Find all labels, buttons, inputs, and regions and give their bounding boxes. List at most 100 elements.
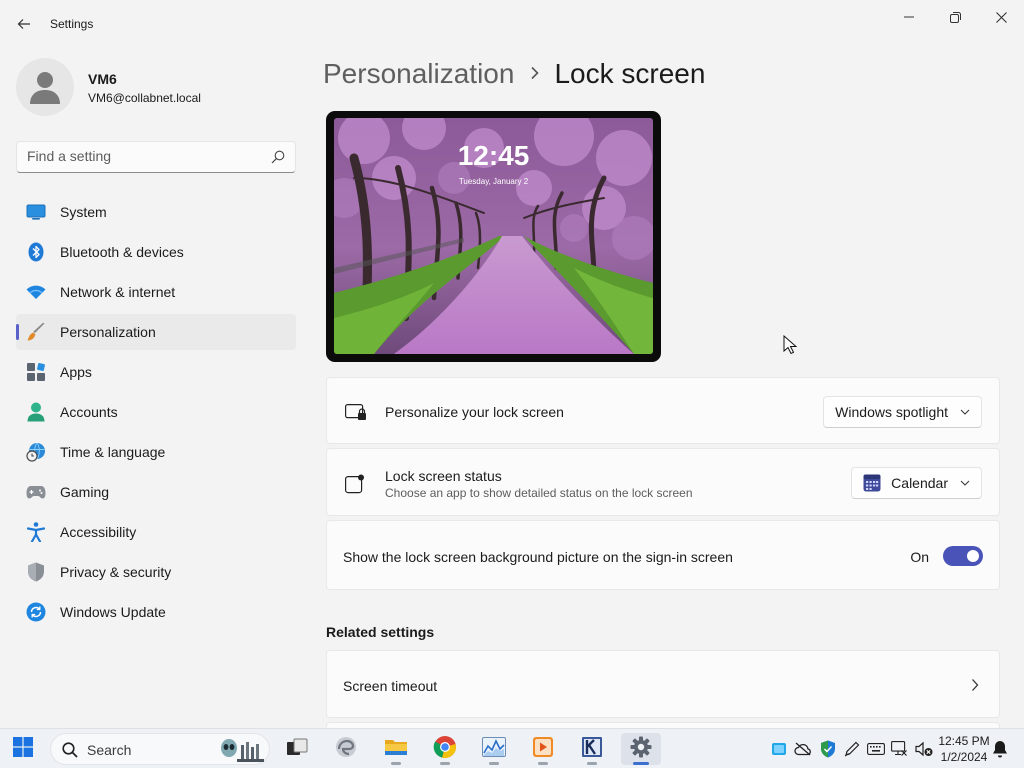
sidebar-item-accounts[interactable]: Accounts [16,394,296,430]
search-input[interactable] [27,148,257,164]
breadcrumb: Personalization Lock screen [323,58,705,90]
running-indicator [391,762,401,765]
sidebar-item-personalization[interactable]: Personalization [16,314,296,350]
volume-muted-icon[interactable] [914,739,934,759]
back-arrow-icon[interactable] [14,14,34,34]
related-settings-heading: Related settings [326,624,435,640]
running-indicator [587,762,597,765]
app-title: Settings [50,17,94,31]
page-title: Lock screen [554,58,706,89]
status-dropdown-value: Calendar [891,475,948,491]
taskbar-task-view[interactable] [277,733,317,765]
tray-app-icon[interactable] [769,739,789,759]
taskbar-resource-monitor[interactable] [474,733,514,765]
signin-background-card: Show the lock screen background picture … [326,520,1000,590]
running-indicator [538,762,548,765]
sidebar-item-label: System [60,204,107,220]
globe-clock-icon [26,442,46,462]
sidebar-item-bluetooth[interactable]: Bluetooth & devices [16,234,296,270]
clock-time: 12:45 PM [938,734,990,748]
display-network-icon[interactable] [890,739,910,759]
sidebar-item-label: Personalization [60,324,156,340]
taskbar-edge[interactable] [326,733,366,765]
sidebar-item-system[interactable]: System [16,194,296,230]
sidebar-item-network[interactable]: Network & internet [16,274,296,310]
accessibility-icon [26,522,46,542]
taskbar-search-label: Search [87,742,132,758]
notification-bell-icon[interactable] [990,739,1010,759]
apps-icon [26,362,46,382]
close-button[interactable] [978,6,1024,28]
status-dropdown[interactable]: Calendar [851,467,982,499]
lock-screen-icon [345,404,367,426]
sidebar-item-time-language[interactable]: Time & language [16,434,296,470]
running-indicator [633,762,649,765]
taskbar-clock[interactable]: 12:45 PM 1/2/2024 [935,733,993,765]
chevron-down-icon [960,480,970,486]
sidebar-item-label: Accessibility [60,524,137,540]
lock-screen-status-card: Lock screen status Choose an app to show… [326,448,1000,516]
monitor-icon [26,202,46,222]
taskbar-settings[interactable] [621,733,661,765]
breadcrumb-parent[interactable]: Personalization [323,58,514,89]
sidebar-item-accessibility[interactable]: Accessibility [16,514,296,550]
taskbar-file-explorer[interactable] [376,733,416,765]
taskbar-chrome[interactable] [425,733,465,765]
bluetooth-icon [26,242,46,262]
keyboard-icon[interactable] [866,739,886,759]
mouse-cursor-icon [783,334,798,360]
performance-chart-icon [482,736,506,762]
sidebar-nav: System Bluetooth & devices Network & int… [16,194,296,634]
taskbar-keepass[interactable] [572,733,612,765]
sidebar-item-label: Apps [60,364,92,380]
taskbar-media-player[interactable] [523,733,563,765]
gear-icon [630,736,652,763]
search-icon [62,742,78,763]
sidebar-item-windows-update[interactable]: Windows Update [16,594,296,630]
chevron-down-icon [960,409,970,415]
personalize-dropdown[interactable]: Windows spotlight [823,396,982,428]
screen-timeout-link[interactable]: Screen timeout [326,650,1000,718]
person-icon [26,402,46,422]
sidebar-item-label: Network & internet [60,284,176,300]
lock-screen-wallpaper: 12:45 Tuesday, January 2 [334,118,653,354]
security-shield-icon[interactable] [818,739,838,759]
windows-logo-icon [13,736,33,762]
minimize-button[interactable] [886,6,932,28]
pen-icon[interactable] [842,739,862,759]
shield-icon [26,562,46,582]
settings-search[interactable] [16,141,296,173]
running-indicator [440,762,450,765]
user-profile[interactable]: VM6 VM6@collabnet.local [16,58,296,118]
breadcrumb-separator-icon [530,55,540,87]
taskbar-search[interactable]: Search [50,733,270,765]
sidebar-item-label: Gaming [60,484,110,500]
lock-screen-preview: 12:45 Tuesday, January 2 [326,111,661,362]
chrome-icon [433,735,457,764]
clock-date: 1/2/2024 [940,750,988,764]
cloud-offline-icon[interactable] [793,739,813,759]
wifi-icon [26,282,46,302]
sidebar-item-label: Bluetooth & devices [60,244,184,260]
personalize-dropdown-value: Windows spotlight [835,404,948,420]
preview-time: 12:45 [457,140,530,171]
start-button[interactable] [3,733,43,765]
sidebar-item-gaming[interactable]: Gaming [16,474,296,510]
brush-icon [26,322,46,342]
folder-icon [384,737,408,762]
avatar [16,58,74,116]
sidebar-item-privacy-security[interactable]: Privacy & security [16,554,296,590]
title-bar: Settings [0,0,1024,48]
status-title: Lock screen status [385,468,502,484]
user-name: VM6 [88,71,117,87]
signin-background-toggle[interactable] [943,546,983,566]
chevron-right-icon [971,678,979,697]
search-icon[interactable] [271,150,285,169]
sidebar-item-apps[interactable]: Apps [16,354,296,390]
task-view-icon [286,738,308,761]
edge-icon [335,736,357,763]
gamepad-icon [26,482,46,502]
user-email: VM6@collabnet.local [88,91,201,105]
maximize-button[interactable] [932,6,978,28]
sidebar-item-label: Accounts [60,404,118,420]
